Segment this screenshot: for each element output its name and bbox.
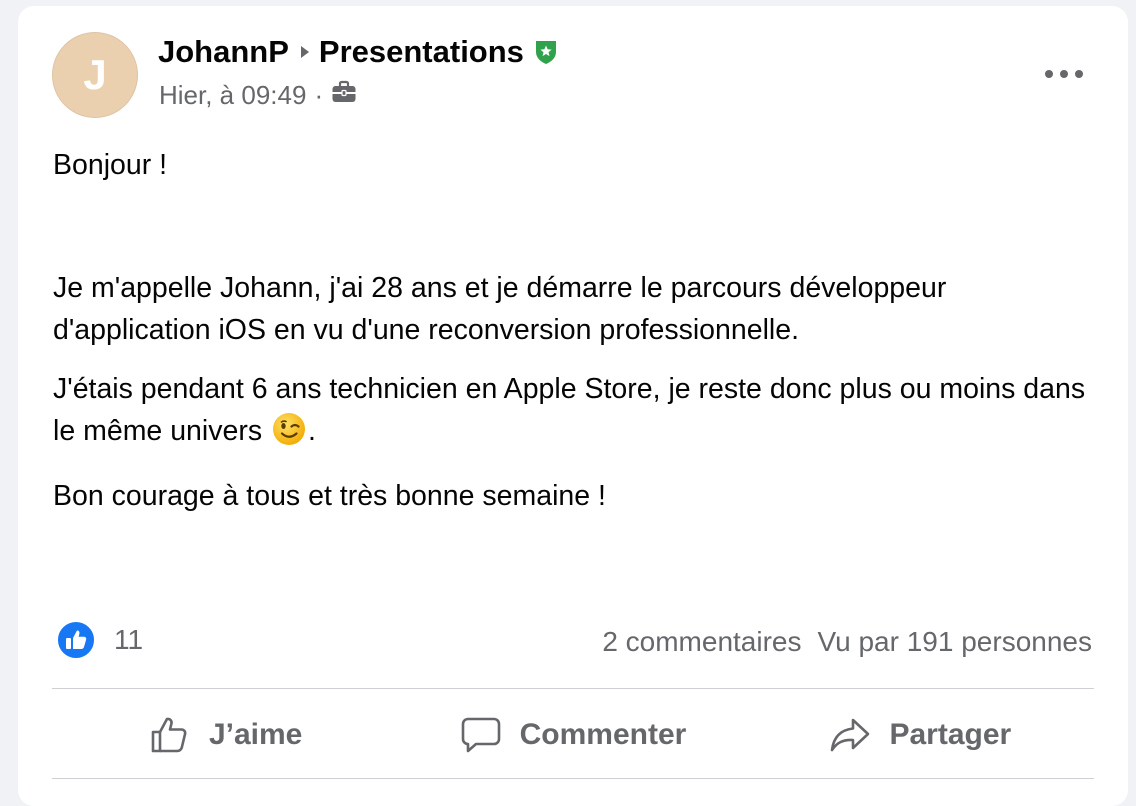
timestamp[interactable]: Hier, à 09:49: [159, 80, 306, 111]
caret-right-icon: [299, 44, 311, 60]
reactions-summary[interactable]: 11: [56, 620, 143, 660]
comment-button[interactable]: Commenter: [399, 696, 746, 774]
meta-separator: ·: [314, 80, 324, 110]
post-card: J JohannP Presentations Hier, à 09:49 ·: [18, 6, 1128, 806]
post-paragraph: Je m'appelle Johann, j'ai 28 ans et je d…: [53, 272, 947, 346]
likes-count: 11: [114, 624, 144, 655]
author-name[interactable]: JohannP: [158, 34, 289, 70]
more-options-button[interactable]: [1038, 54, 1090, 94]
post-paragraph: J'étais pendant 6 ans technicien en Appl…: [53, 368, 1103, 458]
post-header: JohannP Presentations: [158, 34, 558, 70]
post-paragraph: Bonjour !: [53, 149, 168, 181]
comment-button-label: Commenter: [519, 718, 687, 751]
more-horizontal-icon: [1045, 70, 1083, 78]
post-paragraph-end: .: [308, 415, 316, 447]
post-body: Bonjour ! Je m'appelle Johann, j'ai 28 a…: [53, 144, 1103, 517]
divider: [52, 688, 1094, 689]
group-name[interactable]: Presentations: [319, 34, 524, 70]
share-button[interactable]: Partager: [747, 696, 1094, 774]
comments-count[interactable]: 2 commentaires: [602, 626, 801, 657]
share-icon: [831, 718, 870, 752]
briefcase-icon[interactable]: [331, 80, 357, 111]
comment-icon: [461, 717, 500, 753]
post-paragraph-text: J'étais pendant 6 ans technicien en Appl…: [53, 373, 1086, 447]
shield-star-icon: [534, 39, 558, 65]
thumbs-up-icon: [151, 717, 187, 753]
like-button[interactable]: J’aime: [52, 696, 399, 774]
avatar-initial: J: [83, 51, 107, 98]
share-button-label: Partager: [889, 718, 1012, 751]
post-meta: Hier, à 09:49 ·: [159, 80, 357, 111]
post-actions: J’aime Commenter Partager: [52, 696, 1094, 774]
avatar[interactable]: J: [52, 32, 138, 118]
views-count[interactable]: Vu par 191 personnes: [818, 626, 1093, 657]
divider: [52, 778, 1094, 779]
like-button-label: J’aime: [208, 718, 303, 751]
post-paragraph: Bon courage à tous et très bonne semaine…: [53, 480, 606, 512]
like-reaction-icon: [56, 620, 96, 660]
post-stats: 2 commentaires Vu par 191 personnes: [602, 626, 1092, 658]
winking-face-icon: [272, 412, 306, 458]
